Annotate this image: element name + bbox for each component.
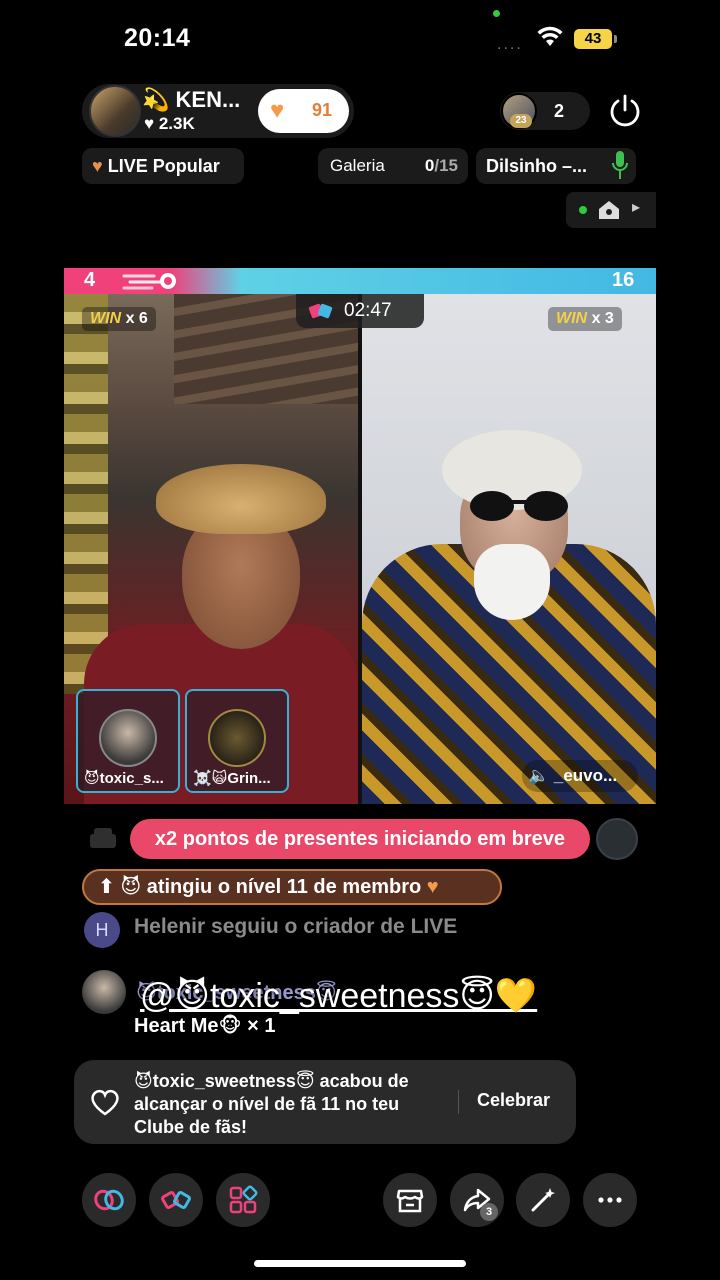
score-left: 4 [84, 269, 96, 291]
viewer-level-badge: 23 [510, 114, 532, 128]
gallery-label: Galeria [330, 156, 385, 175]
mini-control-panel[interactable]: ▸ [566, 192, 656, 228]
power-icon[interactable] [606, 92, 644, 130]
gallery-current: 0 [424, 156, 435, 175]
heart-outline-icon [91, 1089, 119, 1116]
live-status-dot [579, 206, 587, 214]
gifter-avatar[interactable] [99, 709, 157, 767]
wifi-icon [537, 26, 563, 46]
opponent-beard [474, 544, 550, 620]
follower-avatar[interactable]: H [84, 912, 120, 948]
mention-overlay[interactable]: @😈toxic_sweetness😇💛 [140, 976, 537, 1016]
top-gifter-2[interactable]: ☠️🙀Grin... [185, 689, 289, 793]
home-indicator[interactable] [254, 1260, 466, 1267]
gallery-count: 0/15 [425, 148, 458, 184]
heart-icon: ♥ [426, 876, 439, 898]
celebrate-button[interactable]: Celebrar [477, 1090, 550, 1111]
magic-wand-icon [531, 1188, 555, 1212]
host-straw-hat [156, 464, 326, 534]
apps-button[interactable] [216, 1173, 270, 1227]
gift-icon [90, 828, 116, 848]
gallery-total: /15 [434, 156, 458, 175]
win-streak-left: WIN x 6 [82, 307, 156, 331]
like-count: 91 [312, 100, 333, 120]
privacy-indicator-dot [493, 10, 500, 17]
link-icon [94, 1189, 124, 1211]
battle-icon [308, 303, 333, 319]
microphone-icon [612, 151, 628, 179]
opponent-mini-avatar[interactable] [596, 818, 638, 860]
apps-grid-icon [229, 1185, 258, 1214]
video-divider [358, 294, 362, 804]
share-count: 3 [480, 1203, 498, 1221]
battle-button[interactable] [149, 1173, 203, 1227]
battle-time: 02:47 [344, 300, 392, 321]
fan-club-notification[interactable]: 😈toxic_sweetness😇 acabou de alcançar o n… [74, 1060, 576, 1144]
follow-message: Helenir seguiu o criador de LIVE [134, 915, 458, 938]
gallery-button[interactable]: Galeria 0/15 [318, 148, 468, 184]
shop-icon [396, 1189, 424, 1213]
win-count-left: x 6 [125, 310, 148, 327]
battle-icon [161, 1191, 191, 1209]
viewer-count: 2 [554, 101, 565, 121]
top-gifter-1[interactable]: 😈toxic_s... [76, 689, 180, 793]
like-button[interactable]: ♥ 91 [258, 89, 349, 133]
link-button[interactable] [82, 1173, 136, 1227]
more-button[interactable] [583, 1173, 637, 1227]
live-popular-tag[interactable]: ♥ LIVE Popular [82, 148, 244, 184]
gifter-name: 😈toxic_s... [84, 770, 164, 787]
fan-club-message: 😈toxic_sweetness😇 acabou de alcançar o n… [134, 1071, 409, 1137]
heart-icon: ♥ [92, 156, 103, 176]
gifter-name: ☠️🙀Grin... [193, 770, 271, 787]
gift-message: Heart Me🐵 × 1 [134, 1015, 276, 1037]
gifter-avatar[interactable] [208, 709, 266, 767]
background-curtain [64, 294, 108, 694]
score-right: 16 [612, 269, 635, 291]
win-count-right: x 3 [591, 310, 614, 327]
heart-icon: ♥ [270, 97, 285, 124]
home-icon[interactable] [598, 200, 620, 220]
win-word: WIN [90, 310, 122, 327]
sender-avatar[interactable] [82, 970, 126, 1014]
share-button[interactable]: 3 [450, 1173, 504, 1227]
opponent-name-tag[interactable]: 🔈 _euvo... [522, 760, 638, 792]
viewer-list[interactable]: 23 2 [500, 92, 590, 130]
more-dots-icon [598, 1197, 622, 1203]
win-word: WIN [556, 310, 588, 327]
level-message: ⬆ 😈 atingiu o nível 11 de membro [98, 876, 422, 898]
points-banner: x2 pontos de presentes iniciando em brev… [130, 819, 590, 859]
streak-flame-icon [122, 273, 176, 290]
host-name: 💫 KEN... [142, 87, 241, 112]
host-info-pill[interactable]: 💫 KEN... ♥ 2.3K ♥ 91 [82, 84, 354, 138]
opponent-video-feed[interactable] [362, 294, 656, 804]
effects-button[interactable] [516, 1173, 570, 1227]
host-likes: ♥ 2.3K [144, 114, 195, 133]
status-time: 20:14 [124, 24, 191, 52]
host-avatar[interactable] [89, 85, 141, 137]
sunglasses [470, 491, 568, 521]
expand-arrow-icon[interactable]: ▸ [632, 197, 640, 217]
member-level-banner: ⬆ 😈 atingiu o nível 11 de membro ♥ [82, 869, 502, 905]
divider [458, 1090, 459, 1114]
win-streak-right: WIN x 3 [548, 307, 622, 331]
live-popular-label: LIVE Popular [107, 156, 220, 176]
battle-timer[interactable]: 02:47 [296, 294, 424, 328]
shop-button[interactable] [383, 1173, 437, 1227]
cellular-signal-icon: .... [497, 36, 523, 53]
battery-icon: 43 [574, 29, 617, 49]
